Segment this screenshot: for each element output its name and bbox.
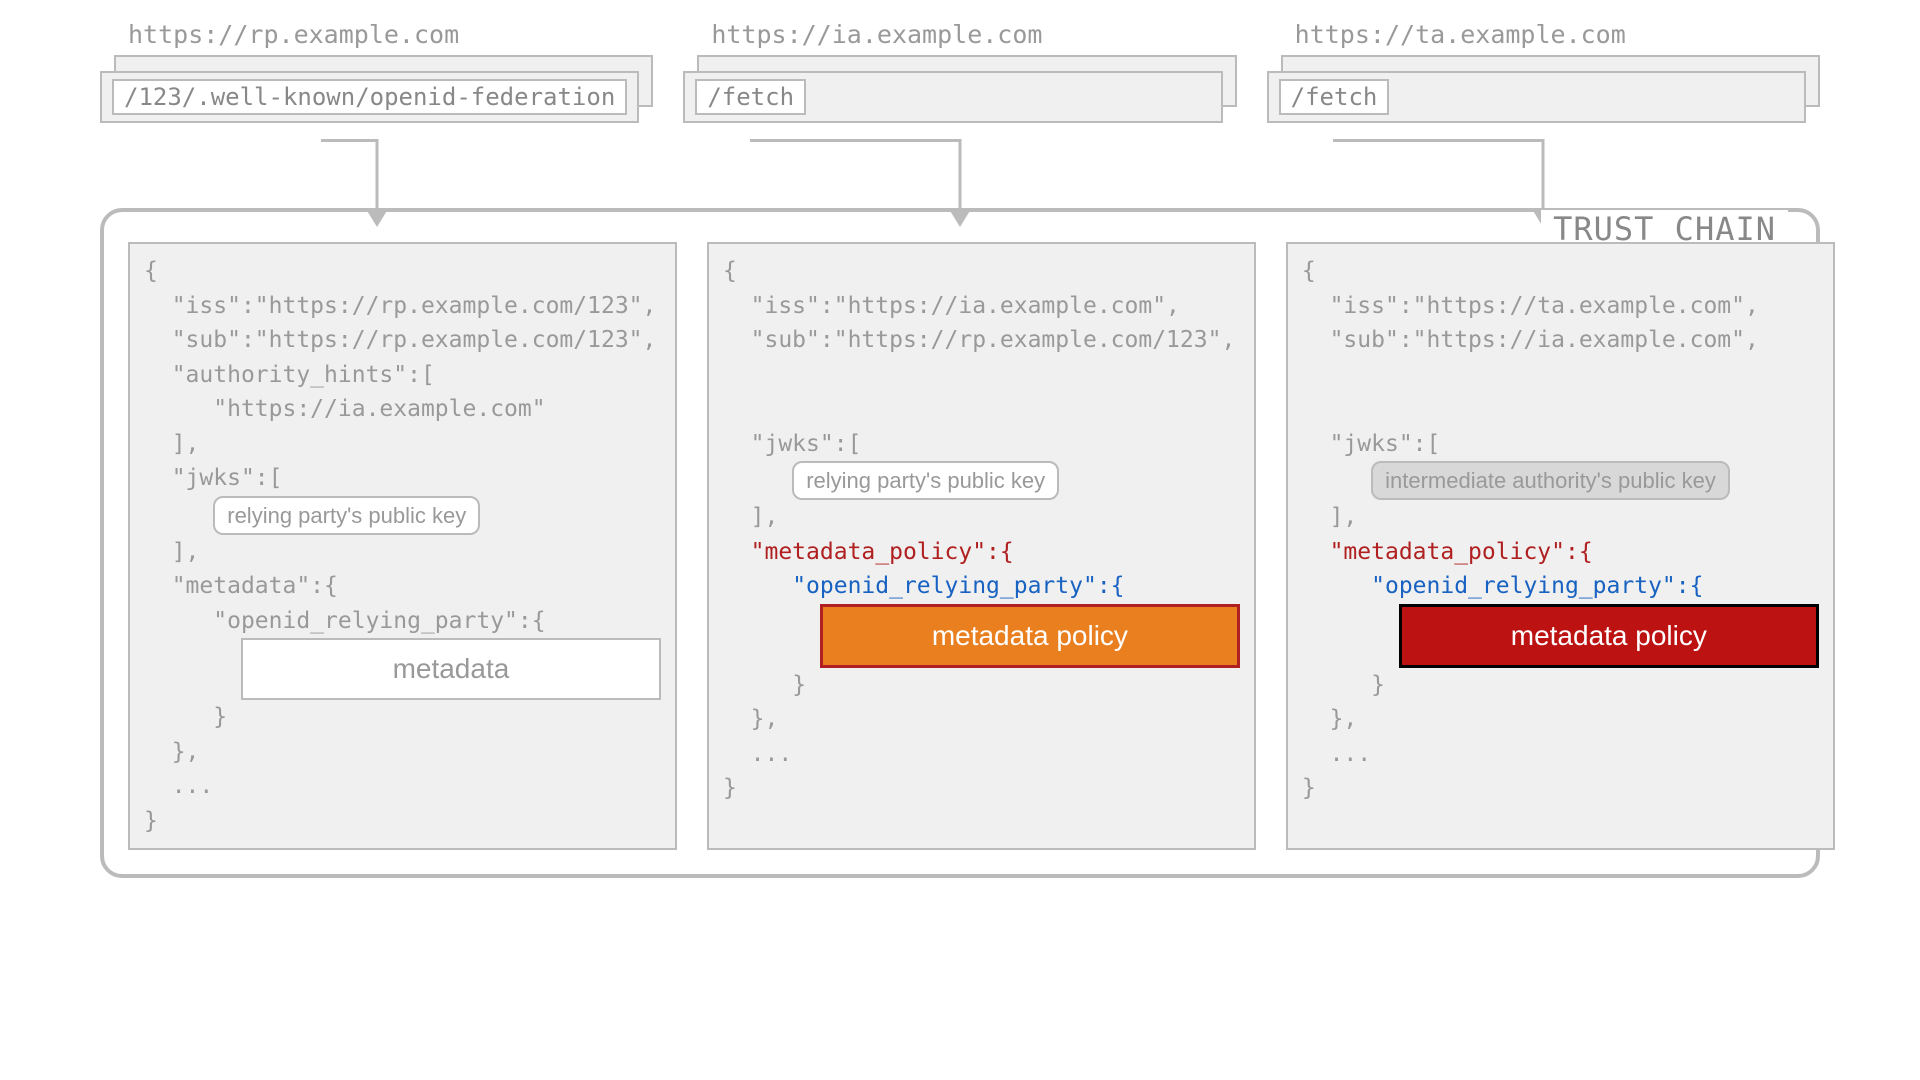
- col-ta-header: https://ta.example.com /fetch: [1267, 20, 1820, 229]
- rp-jwks: "jwks":[: [172, 465, 283, 491]
- ia-path: /fetch: [695, 79, 806, 115]
- ta-url: https://ta.example.com: [1267, 20, 1820, 49]
- rp-iss: "iss":"https://rp.example.com/123",: [172, 293, 657, 319]
- rp-pubkey-pill: relying party's public key: [213, 496, 480, 535]
- rp-browser: /123/.well-known/openid-federation: [100, 55, 653, 129]
- ia-browser: /fetch: [683, 55, 1236, 129]
- ia-iss: "iss":"https://ia.example.com",: [751, 293, 1180, 319]
- ia-jwks: "jwks":[: [751, 431, 862, 457]
- rp-sub: "sub":"https://rp.example.com/123",: [172, 327, 657, 353]
- ta-jwks: "jwks":[: [1330, 431, 1441, 457]
- ia-sub: "sub":"https://rp.example.com/123",: [751, 327, 1236, 353]
- col-rp-header: https://rp.example.com /123/.well-known/…: [100, 20, 653, 229]
- ta-path: /fetch: [1279, 79, 1390, 115]
- ta-policy-box: metadata policy: [1399, 604, 1819, 668]
- ia-pubkey-pill: relying party's public key: [792, 461, 1059, 500]
- rp-metadata: "metadata":{: [172, 573, 338, 599]
- ia-url: https://ia.example.com: [683, 20, 1236, 49]
- rp-auth-hints: "authority_hints":[: [172, 362, 435, 388]
- ta-metadata-policy: "metadata_policy":{: [1330, 539, 1593, 565]
- ia-metadata-policy: "metadata_policy":{: [751, 539, 1014, 565]
- chain-columns: { "iss":"https://rp.example.com/123", "s…: [128, 242, 1792, 850]
- ia-json: { "iss":"https://ia.example.com", "sub":…: [707, 242, 1256, 850]
- ta-openid: "openid_relying_party":{: [1371, 573, 1703, 599]
- ta-browser: /fetch: [1267, 55, 1820, 129]
- ta-sub: "sub":"https://ia.example.com",: [1330, 327, 1759, 353]
- ia-policy-box: metadata policy: [820, 604, 1240, 668]
- rp-auth-hint-url: "https://ia.example.com": [213, 396, 545, 422]
- header-columns: https://rp.example.com /123/.well-known/…: [100, 20, 1820, 229]
- col-ia-header: https://ia.example.com /fetch: [683, 20, 1236, 229]
- ta-json: { "iss":"https://ta.example.com", "sub":…: [1286, 242, 1835, 850]
- rp-metadata-box: metadata: [241, 638, 661, 700]
- rp-json: { "iss":"https://rp.example.com/123", "s…: [128, 242, 677, 850]
- rp-url: https://rp.example.com: [100, 20, 653, 49]
- ta-iss: "iss":"https://ta.example.com",: [1330, 293, 1759, 319]
- trust-chain-container: TRUST CHAIN { "iss":"https://rp.example.…: [100, 208, 1820, 878]
- ta-pubkey-pill: intermediate authority's public key: [1371, 461, 1730, 500]
- rp-path: /123/.well-known/openid-federation: [112, 79, 627, 115]
- rp-openid: "openid_relying_party":{: [213, 608, 545, 634]
- ia-openid: "openid_relying_party":{: [792, 573, 1124, 599]
